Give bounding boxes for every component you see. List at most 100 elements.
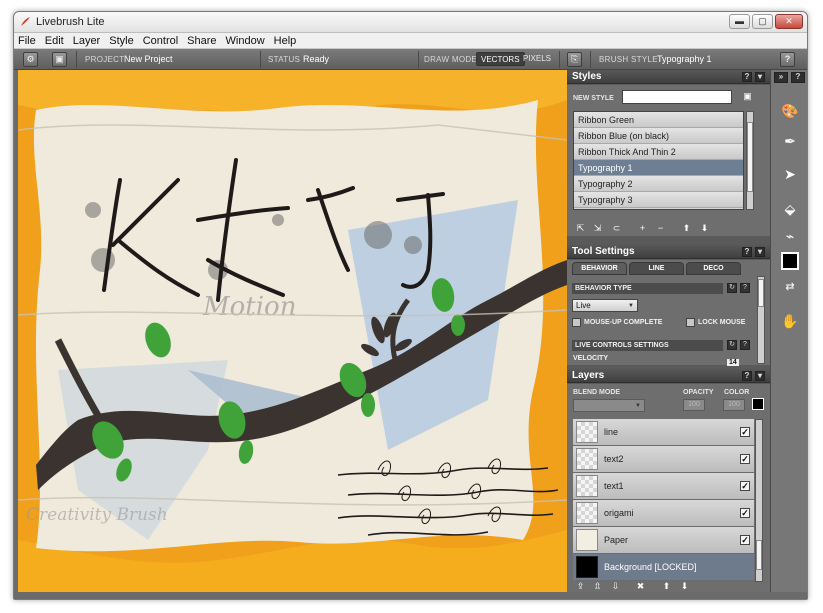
blend-mode-label: BLEND MODE	[573, 389, 621, 396]
toolbox-help-button[interactable]: ?	[791, 72, 805, 83]
layer-row[interactable]: origami ✓	[573, 500, 754, 527]
style-item[interactable]: Typography 3	[574, 192, 743, 208]
delete-layer-icon[interactable]: ✖	[635, 581, 646, 592]
layers-list: line ✓ text2 ✓ text1 ✓ origami ✓ Paper ✓…	[573, 419, 754, 582]
style-item[interactable]: Typography 2	[574, 176, 743, 192]
menu-control[interactable]: Control	[143, 35, 178, 47]
style-item[interactable]: Ribbon Blue (on black)	[574, 128, 743, 144]
swap-colors-icon[interactable]: ⇄	[779, 276, 801, 298]
toolbox-collapse-icon[interactable]: »	[774, 72, 788, 83]
layers-scroll-thumb[interactable]	[756, 540, 762, 570]
styles-panel-title: Styles	[572, 71, 602, 82]
layer-visibility-checkbox[interactable]: ✓	[740, 427, 750, 437]
tab-behavior[interactable]: BEHAVIOR	[572, 262, 627, 275]
new-style-input[interactable]	[622, 90, 732, 104]
layer-visibility-checkbox[interactable]: ✓	[740, 454, 750, 464]
help-button[interactable]: ?	[780, 52, 795, 67]
tool-settings-scrollbar[interactable]	[757, 276, 765, 364]
behavior-type-dropdown[interactable]: Live ▼	[572, 299, 638, 312]
brush-picker-icon[interactable]: ⎘	[567, 52, 582, 67]
menu-help[interactable]: Help	[274, 35, 297, 47]
layers-help-button[interactable]: ?	[742, 371, 752, 381]
blend-mode-dropdown[interactable]: ▼	[573, 399, 645, 412]
layer-row[interactable]: text2 ✓	[573, 446, 754, 473]
color-swatch[interactable]	[781, 252, 799, 270]
layer-thumbnail	[576, 421, 598, 443]
mouse-up-complete-checkbox[interactable]	[572, 318, 581, 327]
style-link-icon[interactable]: ⊂	[611, 223, 622, 234]
layer-visibility-checkbox[interactable]: ✓	[740, 481, 750, 491]
layers-panel-title: Layers	[572, 370, 605, 381]
style-item[interactable]: Ribbon Thick And Thin 2	[574, 144, 743, 160]
style-import-icon[interactable]: ⇱	[575, 223, 586, 234]
layer-up-icon[interactable]: ⬆	[661, 581, 672, 592]
layer-visibility-checkbox[interactable]: ✓	[740, 508, 750, 518]
palette-tool-icon[interactable]: 🎨	[779, 100, 801, 122]
menu-share[interactable]: Share	[187, 35, 216, 47]
style-export-icon[interactable]: ⇲	[592, 223, 603, 234]
lock-mouse-checkbox[interactable]	[686, 318, 695, 327]
tool-settings-help-button[interactable]: ?	[742, 247, 752, 257]
remove-style-icon[interactable]: −	[655, 223, 666, 234]
layers-scrollbar[interactable]	[755, 419, 763, 582]
menu-file[interactable]: File	[18, 35, 36, 47]
pixels-mode-button[interactable]: PIXELS	[519, 52, 555, 66]
new-style-label: NEW STYLE	[573, 95, 614, 102]
layer-row-selected[interactable]: Background [LOCKED]	[573, 554, 754, 581]
canvas-motion-text: Motion	[202, 292, 296, 322]
menu-edit[interactable]: Edit	[45, 35, 64, 47]
menu-style[interactable]: Style	[109, 35, 133, 47]
layers-menu-button[interactable]: ▾	[755, 371, 765, 381]
tool-settings-menu-button[interactable]: ▾	[755, 247, 765, 257]
velocity-value[interactable]: 14	[727, 359, 739, 366]
styles-scrollbar[interactable]	[746, 111, 754, 210]
vectors-mode-button[interactable]: VECTORS	[476, 52, 525, 66]
settings-gear-icon[interactable]: ⚙	[23, 52, 38, 67]
layer-down-icon[interactable]: ⬇	[679, 581, 690, 592]
opacity-input[interactable]: 100	[683, 399, 705, 411]
add-style-icon[interactable]: +	[637, 223, 648, 234]
layer-visibility-checkbox[interactable]: ✓	[740, 535, 750, 545]
tool-settings-scroll-thumb[interactable]	[758, 279, 764, 307]
drawing-canvas[interactable]: Motion Creativity Brush	[18, 70, 567, 592]
layer-row[interactable]: line ✓	[573, 419, 754, 446]
tool-settings-tabs: BEHAVIOR LINE DECO	[572, 262, 741, 275]
fill-tool-icon[interactable]: ⬙	[779, 198, 801, 220]
style-item-selected[interactable]: Typography 1	[574, 160, 743, 176]
reset-icon[interactable]: ↻	[727, 283, 737, 293]
move-up-icon[interactable]: ⬆	[681, 223, 692, 234]
menu-window[interactable]: Window	[226, 35, 265, 47]
layer-merge-icon[interactable]: ⇫	[592, 581, 603, 592]
close-button[interactable]: ✕	[775, 14, 803, 29]
save-disk-icon[interactable]: ▣	[52, 52, 67, 67]
tab-line[interactable]: LINE	[629, 262, 684, 275]
layer-row[interactable]: Paper ✓	[573, 527, 754, 554]
layer-export-icon[interactable]: ⇩	[610, 581, 621, 592]
maximize-button[interactable]: ▢	[752, 14, 773, 29]
live-controls-reset-icon[interactable]: ↻	[727, 340, 737, 350]
styles-scroll-thumb[interactable]	[747, 122, 753, 192]
minimize-button[interactable]: ▬	[729, 14, 750, 29]
save-style-icon[interactable]: ▣	[742, 91, 753, 102]
move-down-icon[interactable]: ⬇	[699, 223, 710, 234]
hand-tool-icon[interactable]: ✋	[779, 310, 801, 332]
layer-row[interactable]: text1 ✓	[573, 473, 754, 500]
layer-color-swatch[interactable]	[752, 398, 764, 410]
style-item[interactable]: Ribbon Green	[574, 112, 743, 128]
styles-help-button[interactable]: ?	[742, 72, 752, 82]
layer-name: Paper	[604, 535, 629, 545]
styles-menu-button[interactable]: ▾	[755, 72, 765, 82]
eyedropper-tool-icon[interactable]: ⌁	[779, 225, 801, 247]
toolbar-divider	[76, 51, 77, 68]
pen-tool-icon[interactable]: ✒	[779, 130, 801, 152]
layer-name: Background [LOCKED]	[604, 562, 697, 572]
menu-bar: File Edit Layer Style Control Share Wind…	[14, 33, 807, 49]
select-move-tool-icon[interactable]: ➤	[779, 163, 801, 185]
title-bar: Livebrush Lite ▬ ▢ ✕	[14, 12, 807, 33]
color-input[interactable]: 100	[723, 399, 745, 411]
menu-layer[interactable]: Layer	[73, 35, 101, 47]
tab-deco[interactable]: DECO	[686, 262, 741, 275]
live-controls-help-button[interactable]: ?	[740, 340, 750, 350]
behavior-help-button[interactable]: ?	[740, 283, 750, 293]
layer-import-icon[interactable]: ⇪	[575, 581, 586, 592]
